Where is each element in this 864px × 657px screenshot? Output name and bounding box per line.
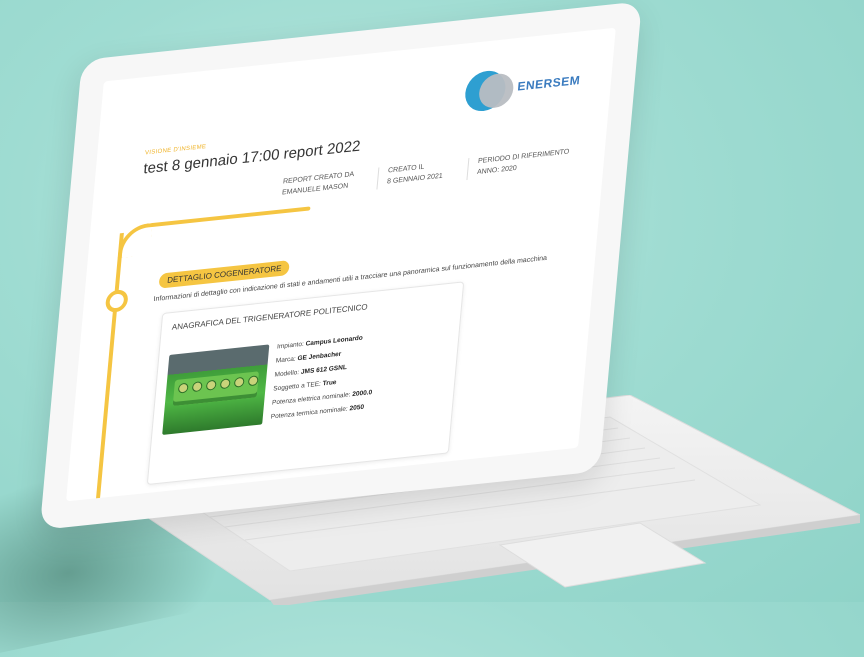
logo-text: ENERSEM xyxy=(516,72,581,94)
meta-divider xyxy=(376,167,380,190)
spec-value: 2000.0 xyxy=(351,389,373,399)
cogenerator-photo xyxy=(162,344,270,435)
spec-value: GE Jenbacher xyxy=(297,350,342,363)
meta-created-by: REPORT CREATO DA EMANUELE MASON xyxy=(282,169,355,198)
card-title: ANAGRAFICA DEL TRIGENERATORE POLITECNICO xyxy=(171,302,368,332)
timeline-node xyxy=(104,288,129,314)
timeline-horizontal xyxy=(150,206,311,228)
laptop-lid: ENERSEM VISIONE D'INSIEME test 8 gennaio… xyxy=(39,1,642,530)
meta-divider xyxy=(466,158,470,181)
spec-label: Impianto: xyxy=(276,340,305,351)
spec-label: Potenza elettrica nominale: xyxy=(271,391,351,407)
spec-row: Marca: GE Jenbacher xyxy=(275,351,341,365)
spec-label: Soggetto a TEE: xyxy=(272,380,322,393)
spec-value: Campus Leonardo xyxy=(305,334,363,348)
spec-row: Potenza termica nominale: 2050 xyxy=(270,404,364,421)
trigenerator-card: ANAGRAFICA DEL TRIGENERATORE POLITECNICO… xyxy=(146,281,465,486)
spec-value: 2050 xyxy=(349,403,365,413)
spec-row: Modello: JMS 612 GSNL xyxy=(274,364,347,379)
spec-value: True xyxy=(322,378,337,388)
enersem-logo: ENERSEM xyxy=(461,61,586,124)
laptop-screen: ENERSEM VISIONE D'INSIEME test 8 gennaio… xyxy=(66,27,616,502)
spec-value: JMS 612 GSNL xyxy=(300,363,348,376)
meta-created-on: CREATO IL 8 GENNAIO 2021 xyxy=(387,160,445,188)
timeline-vertical xyxy=(92,232,124,502)
spec-label: Potenza termica nominale: xyxy=(270,405,349,421)
meta-period: PERIODO DI RIFERIMENTO ANNO: 2020 xyxy=(477,146,570,178)
spec-row: Soggetto a TEE: True xyxy=(273,379,337,393)
spec-label: Modello: xyxy=(274,369,300,379)
spec-row: Impianto: Campus Leonardo xyxy=(277,335,363,351)
laptop: ENERSEM VISIONE D'INSIEME test 8 gennaio… xyxy=(0,0,864,605)
spec-label: Marca: xyxy=(275,355,296,365)
